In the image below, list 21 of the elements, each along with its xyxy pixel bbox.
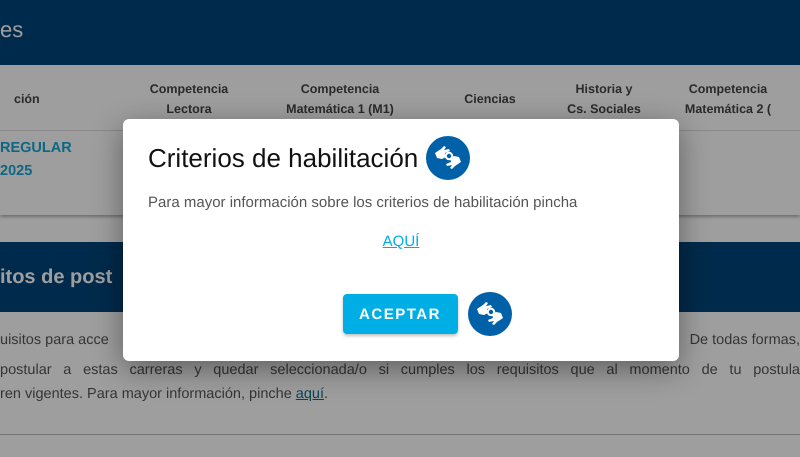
- paragraph-text: postular a estas carreras y quedar seleccionada/o si cumples los requisitos que al momento de tu postula: [0, 361, 800, 380]
- info-link[interactable]: aquí: [296, 386, 324, 402]
- column-header: ción: [13, 91, 41, 108]
- page-title: es: [0, 16, 24, 42]
- section-title: itos de post: [0, 266, 112, 288]
- accept-button[interactable]: ACEPTAR: [342, 294, 458, 334]
- paragraph-text: .: [324, 386, 328, 402]
- table-cell-text: REGULAR 2025: [0, 139, 73, 181]
- column-header: Ciencias: [463, 91, 517, 108]
- hands-icon[interactable]: [426, 136, 470, 180]
- info-link[interactable]: AQUÍ: [382, 233, 420, 250]
- column-header: Competencia Matemática 1 (M1): [285, 81, 395, 118]
- column-header: Competencia Matemática 2 (: [684, 81, 772, 118]
- column-header: Competencia Lectora: [148, 81, 230, 118]
- paragraph-text: ren vigentes. Para mayor información, pinche: [0, 386, 292, 402]
- paragraph-text: uisitos para acce: [0, 331, 109, 350]
- paragraph-text: De todas formas,: [690, 331, 800, 350]
- dialog-message: Para mayor información sobre los criterios de habilitación pincha: [148, 194, 578, 211]
- hands-icon[interactable]: [468, 292, 512, 336]
- column-header: Historia y Cs. Sociales: [566, 81, 642, 118]
- dialog-title: Criterios de habilitación: [148, 142, 418, 174]
